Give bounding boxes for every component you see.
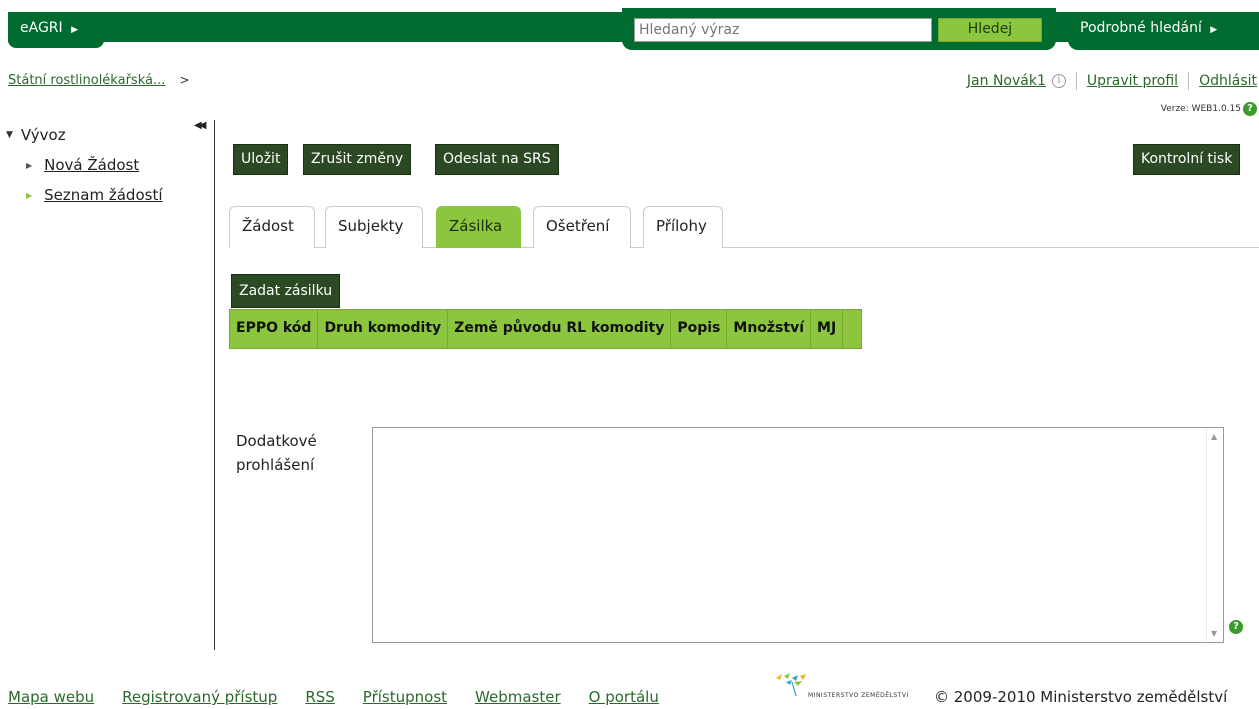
control-print-button[interactable]: Kontrolní tisk [1133,144,1241,175]
cancel-changes-button[interactable]: Zrušit změny [303,144,412,175]
send-to-srs-button[interactable]: Odeslat na SRS [435,144,559,175]
column-header-zeme-puvodu[interactable]: Země původu RL komodity [448,310,672,348]
triangle-right-icon: ▶ [26,190,33,200]
tab-zadost[interactable]: Žádost [229,206,315,248]
footer-link-rss[interactable]: RSS [305,688,334,706]
advanced-search-label: Podrobné hledání [1080,20,1202,36]
version-label: Verze: WEB1.0.15 [1160,104,1241,114]
scroll-up-icon[interactable]: ▲ [1211,432,1217,441]
footer-link-webmaster[interactable]: Webmaster [475,688,561,706]
sidebar-section-label: Vývoz [20,126,66,144]
footer-links: Mapa webu Registrovaný přístup RSS Příst… [8,688,659,706]
info-icon[interactable]: i [1051,74,1066,88]
sidebar-item-seznam-zadosti[interactable]: ▶ Seznam žádostí [26,186,163,204]
breadcrumb-separator: > [179,73,190,87]
user-links: Jan Novák1 i Upravit profil Odhlásit [967,72,1257,90]
logout-link[interactable]: Odhlásit [1199,73,1257,89]
additional-declaration-label: Dodatkové prohlášení [236,429,317,477]
tab-osetreni[interactable]: Ošetření [533,206,631,248]
help-icon[interactable]: ? [1229,620,1243,634]
sidebar-item-label[interactable]: Seznam žádostí [44,186,162,204]
search-button[interactable]: Hledej [938,18,1042,42]
triangle-right-icon: ▶ [26,160,33,170]
footer-link-pristupnost[interactable]: Přístupnost [363,688,447,706]
tab-bar: Žádost Subjekty Zásilka Ošetření Přílohy [229,206,1259,248]
column-header-mnozstvi[interactable]: Množství [727,310,812,348]
advanced-search-button[interactable]: Podrobné hledání ▶ [1068,12,1259,50]
sidebar-item-nova-zadost[interactable]: ▶ Nová Žádost [26,156,139,174]
scroll-down-icon[interactable]: ▼ [1211,629,1217,638]
label-line: Dodatkové [236,432,317,450]
tab-zasilka[interactable]: Zásilka [436,206,521,248]
edit-profile-link[interactable]: Upravit profil [1087,73,1178,89]
column-header-eppo[interactable]: EPPO kód [230,310,319,348]
column-header-druh-komodity[interactable]: Druh komodity [318,310,449,348]
column-header-mj[interactable]: MJ [811,310,844,348]
sidebar: ◀◀ ▼ Vývoz ▶ Nová Žádost ▶ Seznam žádost… [0,120,215,650]
help-icon[interactable]: ? [1243,102,1257,116]
top-bar: eAGRI ▶ Hledej Podrobné hledání ▶ [0,0,1259,52]
sidebar-item-label[interactable]: Nová Žádost [44,156,139,174]
search-input[interactable] [634,18,932,42]
footer-link-registrovany-pristup[interactable]: Registrovaný přístup [122,688,277,706]
triangle-right-icon: ▶ [1210,25,1218,35]
column-header-empty [843,310,861,348]
tab-subjekty[interactable]: Subjekty [325,206,423,248]
breadcrumb: Státní rostlinolékařská... > [8,73,190,88]
copyright-text: © 2009-2010 Ministerstvo zemědělství [934,688,1228,706]
sidebar-section-vyvoz[interactable]: ▼ Vývoz [6,126,66,144]
divider [1188,72,1190,90]
footer-link-o-portalu[interactable]: O portálu [589,688,659,706]
tab-prilohy[interactable]: Přílohy [643,206,723,248]
divider [1075,72,1077,90]
additional-declaration-textarea[interactable]: ▲ ▼ [372,427,1224,643]
eagri-label: eAGRI [20,20,63,36]
label-line: prohlášení [236,456,315,474]
breadcrumb-link[interactable]: Státní rostlinolékařská... [8,73,165,88]
ministry-logo-icon [776,673,806,696]
collapse-sidebar-icon[interactable]: ◀◀ [194,120,207,131]
ministry-logo-text: MINISTERSTVO ZEMĚDĚLSTVÍ [808,692,909,699]
add-shipment-button[interactable]: Zadat zásilku [231,274,341,308]
triangle-down-icon: ▼ [6,130,13,140]
eagri-menu-button[interactable]: eAGRI ▶ [8,12,104,48]
footer-link-mapa-webu[interactable]: Mapa webu [8,688,94,706]
save-button[interactable]: Uložit [233,144,289,175]
column-header-popis[interactable]: Popis [671,310,728,348]
triangle-right-icon: ▶ [71,25,79,35]
user-name-link[interactable]: Jan Novák1 [967,73,1046,89]
version-info: Verze: WEB1.0.15 ? [1161,102,1257,116]
shipment-table-header: EPPO kód Druh komodity Země původu RL ko… [229,309,863,349]
textarea-scrollbar[interactable]: ▲ ▼ [1206,428,1223,642]
